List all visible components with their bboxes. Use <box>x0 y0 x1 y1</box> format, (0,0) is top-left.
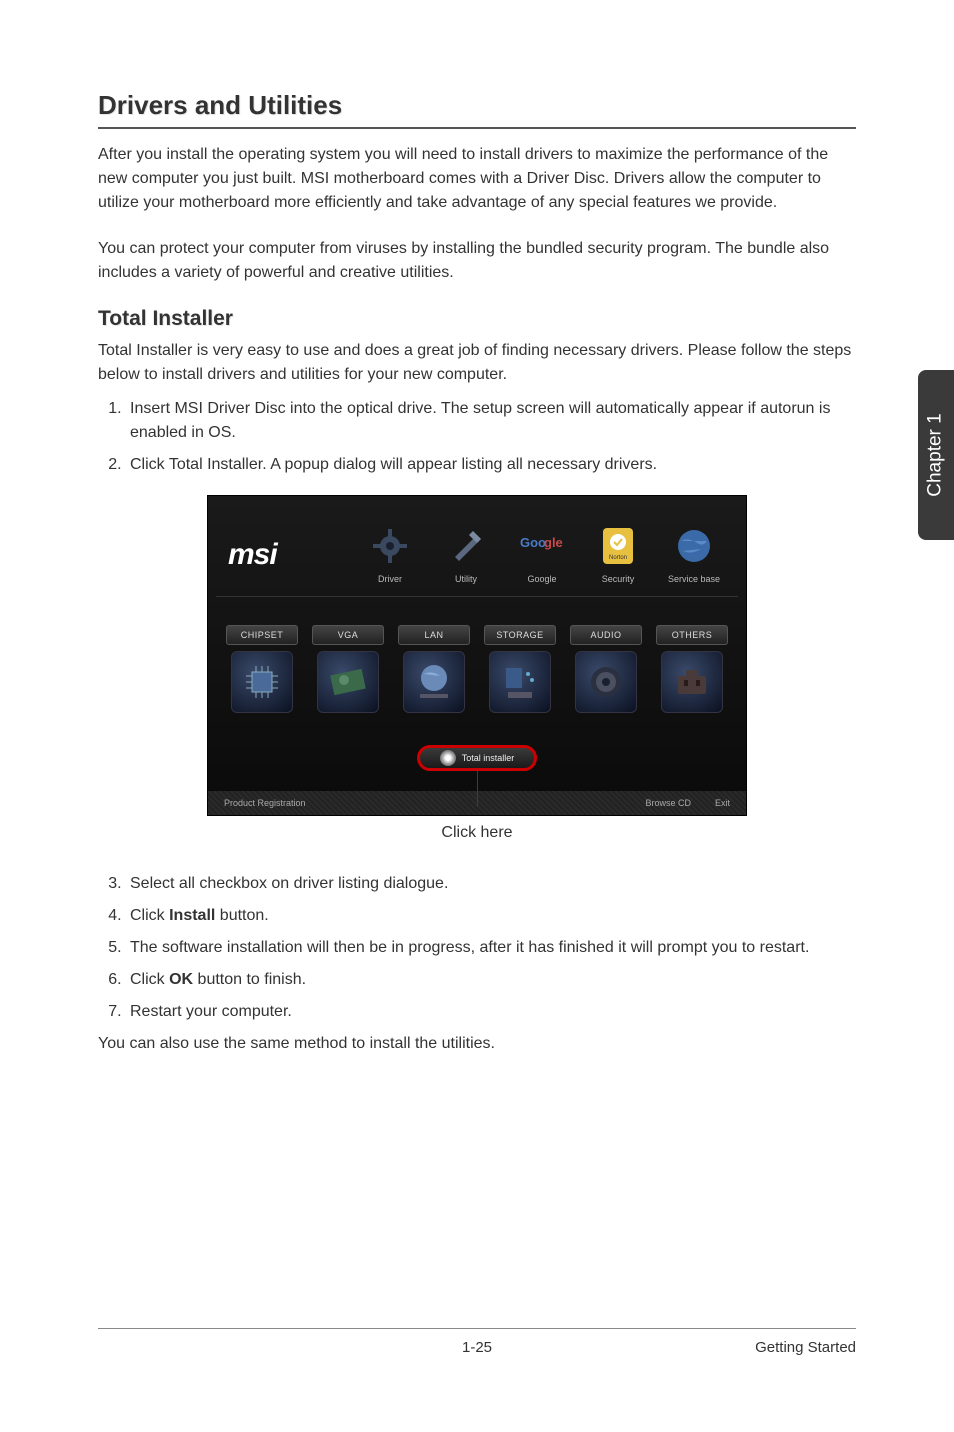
step-item: Select all checkbox on driver listing di… <box>126 872 856 896</box>
nav-label: Utility <box>455 574 477 584</box>
total-installer-button[interactable]: Total installer <box>417 745 537 771</box>
briefcase-icon <box>661 651 723 713</box>
lan-category[interactable]: LAN <box>398 625 470 713</box>
nav-label: Security <box>602 574 635 584</box>
step-item: Restart your computer. <box>126 1000 856 1024</box>
footer-divider <box>98 1328 856 1329</box>
msi-logo: msi <box>228 538 277 572</box>
section-name: Getting Started <box>603 1339 856 1356</box>
step-item: Click Install button. <box>126 904 856 928</box>
category-label: AUDIO <box>570 625 642 645</box>
click-here-caption: Click here <box>98 824 856 842</box>
category-label: VGA <box>312 625 384 645</box>
total-installer-row: Total installer <box>208 743 746 791</box>
security-badge-icon: Norton <box>596 524 640 568</box>
nav-label: Service base <box>668 574 720 584</box>
callout-line <box>477 771 478 807</box>
chipset-category[interactable]: CHIPSET <box>226 625 298 713</box>
nav-label: Driver <box>378 574 402 584</box>
speaker-icon <box>575 651 637 713</box>
page-footer: 1-25 Getting Started <box>98 1328 856 1356</box>
storage-icon <box>489 651 551 713</box>
utility-nav-item[interactable]: Utility <box>434 524 498 584</box>
installer-screenshot: msi Driver Utility Google Google <box>207 495 747 816</box>
category-row: CHIPSET VGA LAN STORAGE <box>208 597 746 743</box>
security-nav-item[interactable]: Norton Security <box>586 524 650 584</box>
step-item: The software installation will then be i… <box>126 936 856 960</box>
google-nav-item[interactable]: Google Google <box>510 524 574 584</box>
total-installer-label: Total installer <box>462 753 515 763</box>
storage-category[interactable]: STORAGE <box>484 625 556 713</box>
subsection-intro: Total Installer is very easy to use and … <box>98 339 856 387</box>
intro-paragraph-1: After you install the operating system y… <box>98 143 856 215</box>
step-item: Insert MSI Driver Disc into the optical … <box>126 397 856 445</box>
vga-card-icon <box>317 651 379 713</box>
disc-icon <box>440 750 456 766</box>
google-icon: Google <box>520 524 564 568</box>
page-number: 1-25 <box>351 1339 604 1356</box>
nav-label: Google <box>527 574 556 584</box>
intro-paragraph-2: You can protect your computer from virus… <box>98 237 856 285</box>
heading-divider <box>98 127 856 129</box>
product-registration-link[interactable]: Product Registration <box>224 798 306 808</box>
others-category[interactable]: OTHERS <box>656 625 728 713</box>
installer-top-row: msi Driver Utility Google Google <box>208 496 746 596</box>
svg-text:Goo: Goo <box>520 535 546 550</box>
chapter-label: Chapter 1 <box>925 413 947 496</box>
step-item: Click Total Installer. A popup dialog wi… <box>126 453 856 477</box>
chipset-icon <box>231 651 293 713</box>
vga-category[interactable]: VGA <box>312 625 384 713</box>
steps-list-top: Insert MSI Driver Disc into the optical … <box>98 397 856 477</box>
steps-list-bottom: Select all checkbox on driver listing di… <box>98 872 856 1024</box>
chapter-sidebar-tab: Chapter 1 <box>918 370 954 540</box>
gear-icon <box>368 524 412 568</box>
category-label: CHIPSET <box>226 625 298 645</box>
closing-paragraph: You can also use the same method to inst… <box>98 1032 856 1056</box>
audio-category[interactable]: AUDIO <box>570 625 642 713</box>
page-title: Drivers and Utilities <box>98 90 856 121</box>
service-nav-item[interactable]: Service base <box>662 524 726 584</box>
svg-text:gle: gle <box>544 535 563 550</box>
globe-icon <box>672 524 716 568</box>
lan-globe-icon <box>403 651 465 713</box>
step-item: Click OK button to finish. <box>126 968 856 992</box>
subsection-title: Total Installer <box>98 307 856 331</box>
category-label: LAN <box>398 625 470 645</box>
wrench-icon <box>444 524 488 568</box>
category-label: OTHERS <box>656 625 728 645</box>
browse-cd-link[interactable]: Browse CD <box>645 798 691 808</box>
svg-text:Norton: Norton <box>609 555 627 561</box>
exit-link[interactable]: Exit <box>715 798 730 808</box>
category-label: STORAGE <box>484 625 556 645</box>
driver-nav-item[interactable]: Driver <box>358 524 422 584</box>
